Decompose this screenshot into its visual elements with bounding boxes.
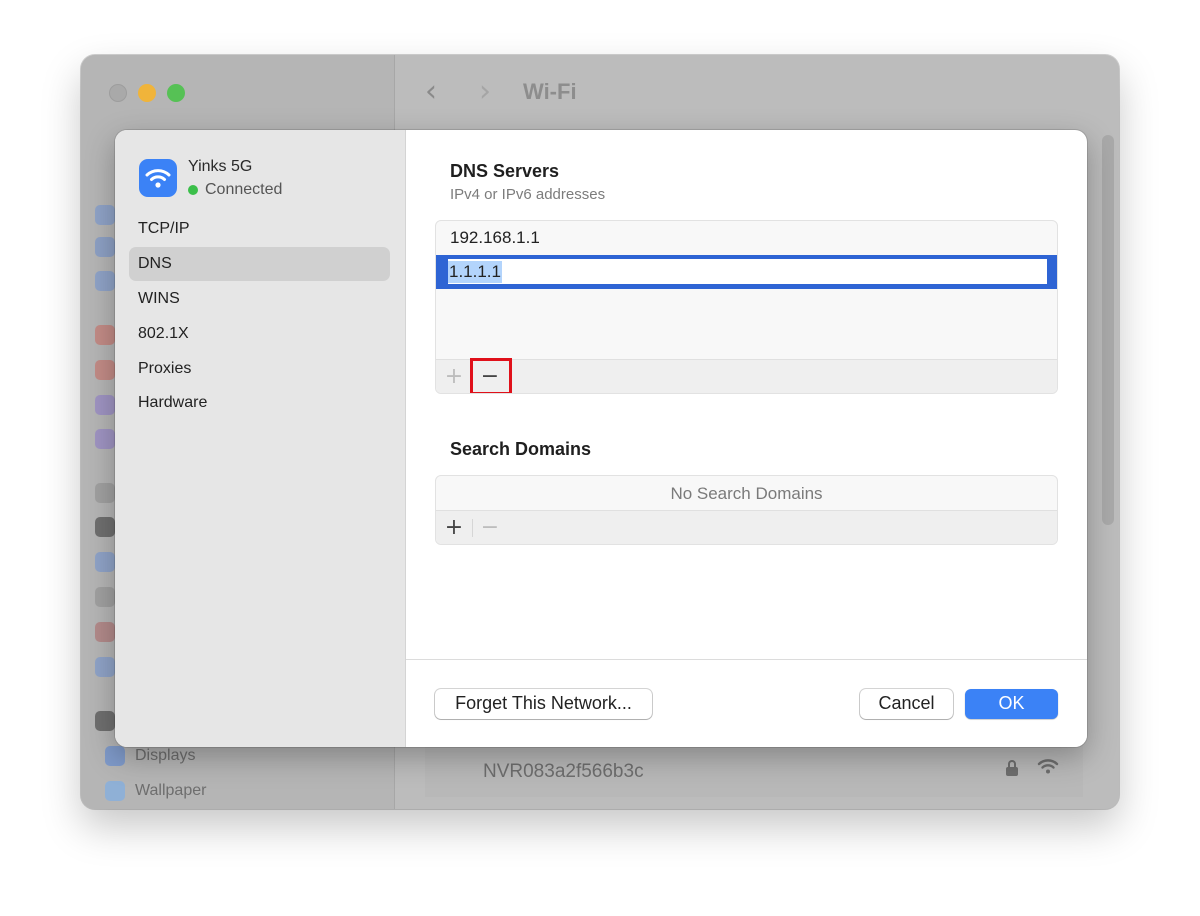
add-search-domain-button[interactable]: +: [436, 511, 472, 544]
remove-search-domain-button[interactable]: −: [472, 511, 508, 544]
sidebar-item-dns[interactable]: DNS: [129, 247, 390, 281]
network-name: NVR083a2f566b3c: [483, 761, 644, 782]
sidebar-icon-stub: [95, 237, 115, 257]
sidebar-icon-stub: [95, 205, 115, 225]
sidebar-item-wallpaper[interactable]: Wallpaper: [105, 781, 206, 801]
status-dot-icon: [188, 185, 198, 195]
sidebar-icon-stub: [95, 429, 115, 449]
forget-network-button[interactable]: Forget This Network...: [435, 689, 652, 719]
sidebar-icon-stub: [95, 271, 115, 291]
details-sidebar: Yinks 5G Connected TCP/IP DNS WINS 802.1…: [115, 130, 406, 747]
sidebar-icon-stub: [95, 517, 115, 537]
lock-icon: [1005, 759, 1019, 782]
sidebar-icon-stub: [95, 657, 115, 677]
dialog-footer: Forget This Network... Cancel OK: [406, 659, 1087, 747]
sidebar-icon-stub: [95, 622, 115, 642]
sidebar-item-tcpip[interactable]: TCP/IP: [129, 212, 390, 246]
close-window-button[interactable]: [109, 84, 127, 102]
sidebar-icon-stub: [95, 711, 115, 731]
add-dns-server-button[interactable]: +: [436, 360, 472, 393]
minimize-window-button[interactable]: [138, 84, 156, 102]
displays-icon: [105, 746, 125, 766]
sidebar-icon-stub: [95, 552, 115, 572]
sidebar-item-displays[interactable]: Displays: [105, 746, 195, 766]
connection-status-label: Connected: [205, 181, 283, 198]
sidebar-icon-stub: [95, 395, 115, 415]
window-toolbar: ‹ › Wi-Fi: [395, 55, 1119, 129]
remove-button-highlight: [470, 358, 512, 393]
dns-server-row[interactable]: 192.168.1.1: [436, 221, 1057, 255]
sidebar-item-label: Displays: [135, 747, 196, 764]
connection-status: Connected: [188, 181, 282, 199]
cancel-button[interactable]: Cancel: [860, 689, 953, 719]
dns-servers-list: 192.168.1.1 1.1.1.1 + −: [435, 220, 1058, 394]
sidebar-icon-stub: [95, 325, 115, 345]
back-arrow-icon[interactable]: ‹: [425, 77, 437, 107]
search-domains-list: No Search Domains + −: [435, 475, 1058, 545]
dns-server-input[interactable]: 1.1.1.1: [448, 259, 1047, 284]
details-main: DNS Servers IPv4 or IPv6 addresses 192.1…: [406, 130, 1087, 747]
sidebar-icon-stub: [95, 483, 115, 503]
sidebar-item-label: Wallpaper: [135, 782, 207, 799]
dns-servers-subtitle: IPv4 or IPv6 addresses: [450, 186, 606, 203]
search-domains-title: Search Domains: [450, 439, 592, 459]
sidebar-icon-stub: [95, 587, 115, 607]
search-domains-empty-text: No Search Domains: [670, 484, 823, 503]
search-domains-toolbar: + −: [436, 510, 1057, 544]
window-title: Wi-Fi: [523, 79, 577, 104]
network-name: Yinks 5G: [188, 158, 253, 175]
dns-list-toolbar: + −: [436, 358, 1057, 393]
wifi-signal-icon: [1037, 757, 1059, 780]
ok-button[interactable]: OK: [965, 689, 1058, 719]
dns-server-row-editing[interactable]: 1.1.1.1: [436, 255, 1057, 289]
network-list-row[interactable]: NVR083a2f566b3c: [425, 745, 1083, 797]
wifi-icon: [139, 159, 177, 197]
dns-servers-title: DNS Servers: [450, 161, 560, 181]
zoom-window-button[interactable]: [167, 84, 185, 102]
window-scrollbar[interactable]: [1102, 135, 1114, 525]
network-details-sheet: Yinks 5G Connected TCP/IP DNS WINS 802.1…: [115, 130, 1087, 747]
wallpaper-icon: [105, 781, 125, 801]
sidebar-item-wins[interactable]: WINS: [129, 282, 390, 316]
forward-arrow-icon[interactable]: ›: [479, 77, 491, 107]
sidebar-icon-stub: [95, 360, 115, 380]
sidebar-item-proxies[interactable]: Proxies: [129, 352, 390, 386]
sidebar-item-8021x[interactable]: 802.1X: [129, 317, 390, 351]
sidebar-item-hardware[interactable]: Hardware: [129, 386, 390, 420]
selected-text: 1.1.1.1: [448, 260, 502, 283]
